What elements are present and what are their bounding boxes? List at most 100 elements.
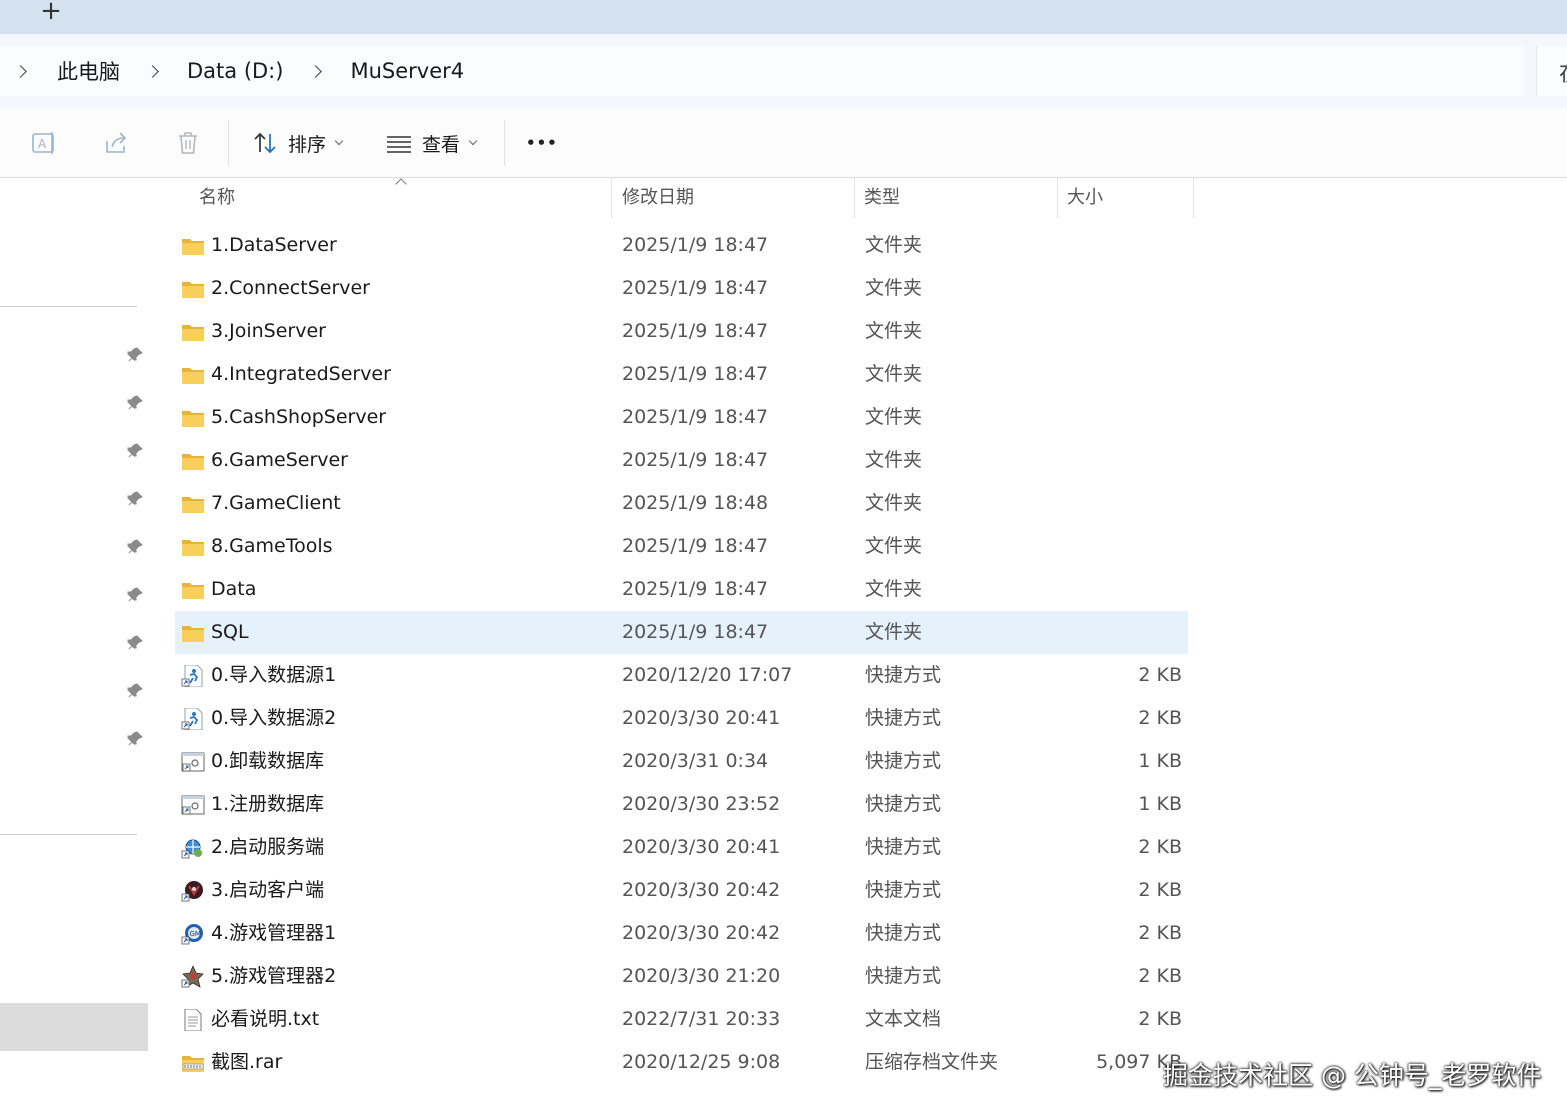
breadcrumb-item[interactable]: MuServer4 [350,59,464,83]
file-row[interactable]: 0.导入数据源2 2020/3/30 20:41 快捷方式 2 KB [175,697,1188,740]
column-divider[interactable] [1057,178,1058,218]
file-name: 4.游戏管理器1 [211,922,337,944]
file-date: 2020/3/31 0:34 [622,750,769,772]
sort-ascending-icon [395,178,407,190]
file-row[interactable]: 0.导入数据源1 2020/12/20 17:07 快捷方式 2 KB [175,654,1188,697]
svg-text:GM: GM [190,930,201,938]
shortcut-run-icon [181,707,205,731]
file-date: 2025/1/9 18:47 [622,277,769,299]
file-row[interactable]: 1.DataServer 2025/1/9 18:47 文件夹 [175,224,1188,267]
file-row[interactable]: 5.CashShopServer 2025/1/9 18:47 文件夹 [175,396,1188,439]
column-header-date[interactable]: 修改日期 [622,178,694,218]
file-type: 文件夹 [865,363,923,385]
file-type: 快捷方式 [865,965,942,987]
nav-divider [0,306,137,307]
chevron-right-icon[interactable] [309,64,323,78]
sort-label: 排序 [288,133,327,156]
column-divider[interactable] [854,178,855,218]
column-header-size[interactable]: 大小 [1067,178,1103,218]
pin-icon [127,683,143,698]
file-size: 2 KB [1138,1008,1182,1030]
file-date: 2025/1/9 18:47 [622,406,769,428]
folder-icon [181,407,205,429]
file-row[interactable]: 0.卸载数据库 2020/3/31 0:34 快捷方式 1 KB [175,740,1188,783]
file-row[interactable]: 7.GameClient 2025/1/9 18:48 文件夹 [175,482,1188,525]
file-date: 2025/1/9 18:47 [622,535,769,557]
file-row[interactable]: 4.IntegratedServer 2025/1/9 18:47 文件夹 [175,353,1188,396]
file-row[interactable]: 2.ConnectServer 2025/1/9 18:47 文件夹 [175,267,1188,310]
search-input[interactable]: 在 [1536,46,1567,96]
file-name: 4.IntegratedServer [211,363,391,385]
view-button[interactable]: 查看 [386,122,478,164]
more-options-icon: ••• [526,134,558,152]
file-row[interactable]: 截图.rar 2020/12/25 9:08 压缩存档文件夹 5,097 KB [175,1041,1188,1084]
file-name: 0.导入数据源2 [211,707,337,729]
text-file-icon [181,1008,205,1032]
rename-icon: A [32,132,54,154]
more-options-button[interactable]: ••• [526,122,558,164]
pin-icon [127,347,143,362]
trash-icon [179,132,197,154]
column-divider[interactable] [1193,178,1194,218]
file-row[interactable]: SQL 2025/1/9 18:47 文件夹 [175,611,1188,654]
toolbar-divider [504,120,505,166]
column-header-type[interactable]: 类型 [864,178,900,218]
file-name: Data [211,578,257,600]
svg-text:A: A [38,137,47,151]
file-row[interactable]: 必看说明.txt 2022/7/31 20:33 文本文档 2 KB [175,998,1188,1041]
file-name: 截图.rar [211,1051,283,1073]
file-row[interactable]: 2.启动服务端 2020/3/30 20:41 快捷方式 2 KB [175,826,1188,869]
pin-icon [127,491,143,506]
address-bar[interactable]: 此电脑 Data (D:) MuServer4 [0,46,1524,96]
shortcut-app-icon [181,751,205,773]
folder-icon [181,235,205,257]
watermark-text: 掘金技术社区 @ 公钟号_老罗软件 [1163,1061,1542,1090]
file-name: 2.启动服务端 [211,836,325,858]
game-client-icon [181,880,205,902]
navigation-pane [0,178,150,1116]
file-size: 2 KB [1138,922,1182,944]
breadcrumb-item[interactable]: Data (D:) [187,59,283,83]
file-row[interactable]: GM 4.游戏管理器1 2020/3/30 20:42 快捷方式 2 KB [175,912,1188,955]
nav-item-selected[interactable] [0,1003,148,1051]
file-type: 快捷方式 [865,922,942,944]
file-size: 1 KB [1138,793,1182,815]
file-row[interactable]: 1.注册数据库 2020/3/30 23:52 快捷方式 1 KB [175,783,1188,826]
chevron-right-icon[interactable] [146,64,159,78]
file-name: 5.游戏管理器2 [211,965,337,987]
folder-icon [181,450,205,472]
file-size: 2 KB [1138,664,1182,686]
file-type: 快捷方式 [865,664,942,686]
file-date: 2022/7/31 20:33 [622,1008,781,1030]
file-row[interactable]: 3.JoinServer 2025/1/9 18:47 文件夹 [175,310,1188,353]
share-button[interactable] [102,122,130,164]
file-size: 2 KB [1138,707,1182,729]
file-row[interactable]: 6.GameServer 2025/1/9 18:47 文件夹 [175,439,1188,482]
new-tab-button[interactable]: + [38,0,64,26]
search-placeholder: 在 [1559,56,1567,88]
column-header-name[interactable]: 名称 [199,178,235,218]
file-row[interactable]: 8.GameTools 2025/1/9 18:47 文件夹 [175,525,1188,568]
file-name: 7.GameClient [211,492,341,514]
archive-icon [181,1052,205,1074]
pin-icon [127,587,143,602]
chevron-right-icon[interactable] [14,64,27,78]
sort-icon [254,132,276,154]
pin-icon [127,395,143,410]
server-launcher-icon [181,837,205,859]
file-row[interactable]: Data 2025/1/9 18:47 文件夹 [175,568,1188,611]
file-date: 2020/3/30 20:42 [622,879,781,901]
breadcrumb-item[interactable]: 此电脑 [57,56,120,86]
file-type: 快捷方式 [865,836,942,858]
file-name: 3.JoinServer [211,320,326,342]
game-manager2-icon [181,964,205,988]
file-date: 2020/3/30 20:41 [622,836,781,858]
rename-button[interactable]: A [30,122,58,164]
file-row[interactable]: 5.游戏管理器2 2020/3/30 21:20 快捷方式 2 KB [175,955,1188,998]
pin-icon [127,635,143,650]
file-name: 0.导入数据源1 [211,664,337,686]
column-divider[interactable] [611,178,612,218]
file-row[interactable]: 3.启动客户端 2020/3/30 20:42 快捷方式 2 KB [175,869,1188,912]
delete-button[interactable] [174,122,202,164]
sort-button[interactable]: 排序 [252,122,344,164]
